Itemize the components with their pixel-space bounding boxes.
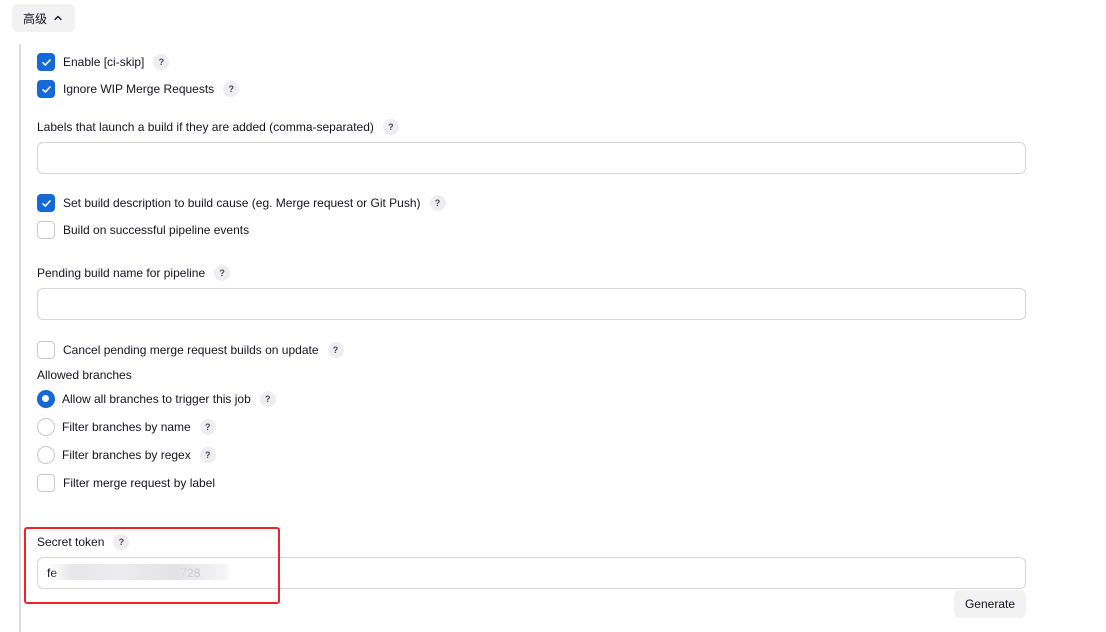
ignore-wip-checkbox[interactable] (37, 80, 55, 98)
branch-name-label: Filter branches by name (62, 420, 191, 434)
secret-token-label: Secret token (37, 535, 105, 549)
merge-label-option[interactable]: Filter merge request by label (37, 474, 215, 492)
branch-option-regex[interactable]: Filter branches by regex ? (37, 446, 216, 464)
labels-field-label: Labels that launch a build if they are a… (37, 120, 374, 134)
pipeline-events-checkbox[interactable] (37, 221, 55, 239)
help-icon[interactable]: ? (153, 54, 170, 70)
set-description-option[interactable]: Set build description to build cause (eg… (37, 194, 446, 212)
check-icon (41, 85, 51, 93)
cancel-pending-label: Cancel pending merge request builds on u… (63, 343, 319, 357)
branch-regex-label: Filter branches by regex (62, 448, 191, 462)
help-icon[interactable]: ? (327, 342, 344, 358)
redaction-blur (50, 564, 228, 580)
help-icon[interactable]: ? (113, 534, 130, 550)
help-icon[interactable]: ? (214, 265, 231, 281)
branch-all-label: Allow all branches to trigger this job (62, 392, 251, 406)
help-icon[interactable]: ? (223, 81, 240, 97)
allowed-branches-label: Allowed branches (37, 368, 132, 382)
cancel-pending-option[interactable]: Cancel pending merge request builds on u… (37, 341, 344, 359)
chevron-up-icon (54, 15, 62, 21)
secret-token-heading: Secret token ? (37, 534, 130, 550)
advanced-settings-panel: 高级 Enable [ci-skip] ? Ignore WIP Merge R… (0, 0, 1106, 632)
ci-skip-label: Enable [ci-skip] (63, 55, 145, 69)
ci-skip-option[interactable]: Enable [ci-skip] ? (37, 53, 170, 71)
set-description-label: Set build description to build cause (eg… (63, 196, 421, 210)
ignore-wip-label: Ignore WIP Merge Requests (63, 82, 215, 96)
ci-skip-checkbox[interactable] (37, 53, 55, 71)
merge-label-label: Filter merge request by label (63, 476, 216, 490)
set-description-checkbox[interactable] (37, 194, 55, 212)
help-icon[interactable]: ? (382, 119, 399, 135)
pending-name-label: Pending build name for pipeline (37, 266, 206, 280)
check-icon (41, 58, 51, 66)
pipeline-events-option[interactable]: Build on successful pipeline events (37, 221, 249, 239)
cancel-pending-checkbox[interactable] (37, 341, 55, 359)
check-icon (41, 199, 51, 207)
help-icon[interactable]: ? (199, 447, 216, 463)
advanced-toggle-button[interactable]: 高级 (12, 4, 76, 32)
help-icon[interactable]: ? (259, 391, 276, 407)
pending-name-heading: Pending build name for pipeline ? (37, 265, 231, 281)
help-icon[interactable]: ? (199, 419, 216, 435)
branch-option-all[interactable]: Allow all branches to trigger this job ? (37, 390, 276, 408)
generate-button[interactable]: Generate (954, 590, 1026, 618)
section-divider (19, 44, 21, 632)
ignore-wip-option[interactable]: Ignore WIP Merge Requests ? (37, 80, 240, 98)
labels-field-heading: Labels that launch a build if they are a… (37, 119, 399, 135)
branch-regex-radio[interactable] (37, 446, 55, 464)
help-icon[interactable]: ? (429, 195, 446, 211)
branch-name-radio[interactable] (37, 418, 55, 436)
allowed-branches-heading: Allowed branches (37, 368, 132, 382)
labels-input[interactable] (37, 142, 1026, 174)
branch-all-radio[interactable] (37, 390, 55, 408)
branch-option-name[interactable]: Filter branches by name ? (37, 418, 216, 436)
pending-name-input[interactable] (37, 288, 1026, 320)
pipeline-events-label: Build on successful pipeline events (63, 223, 250, 237)
merge-label-checkbox[interactable] (37, 474, 55, 492)
advanced-toggle-label: 高级 (23, 11, 48, 26)
